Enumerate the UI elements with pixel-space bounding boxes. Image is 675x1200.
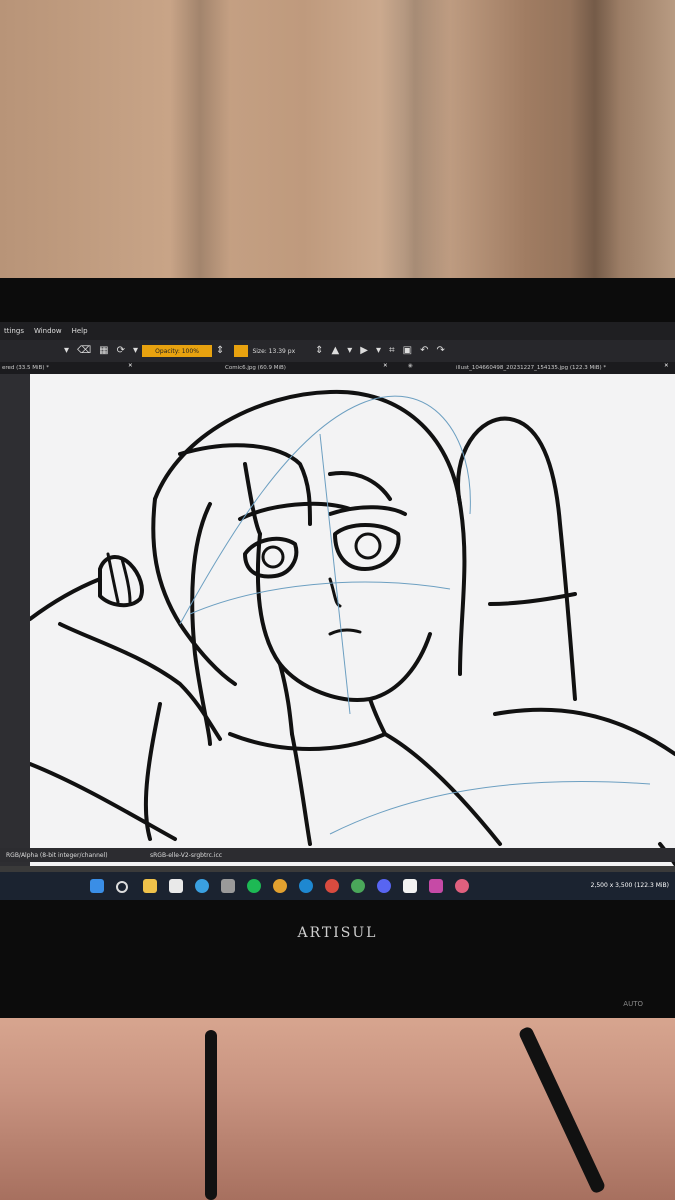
menu-settings[interactable]: ttings <box>4 327 24 335</box>
tab-comic6[interactable]: Comic6.jpg (60.9 MiB) <box>225 365 286 371</box>
store-icon[interactable] <box>169 879 183 893</box>
line-art-sketch <box>28 389 675 866</box>
curtain-fold <box>570 0 620 300</box>
close-icon[interactable]: ✕ <box>664 363 669 369</box>
wrap-around-icon[interactable]: ▣ <box>403 346 412 356</box>
menu-help[interactable]: Help <box>72 327 88 335</box>
stepper-icon[interactable]: ⇕ <box>315 346 323 356</box>
windows-start-icon[interactable] <box>90 879 104 893</box>
chevron-down-icon[interactable]: ▾ <box>133 346 138 356</box>
status-bar: RGB/Alpha (8-bit integer/channel) sRGB-e… <box>0 848 675 862</box>
stepper-icon[interactable]: ⇕ <box>216 346 224 356</box>
undo-icon[interactable]: ↶ <box>420 346 428 356</box>
usb-icon[interactable] <box>221 879 235 893</box>
chevron-down-icon[interactable]: ▾ <box>376 346 381 356</box>
tool-options-bar: ▾ ⌫ ▦ ⟳ ▾ Opacity: 100% ⇕ Size: 13.39 px… <box>0 340 675 362</box>
ibis-paint-icon[interactable] <box>403 879 417 893</box>
color-mode-label: RGB/Alpha (8-bit integer/channel) <box>6 852 108 859</box>
spotify-icon[interactable] <box>247 879 261 893</box>
krita-icon[interactable] <box>455 879 469 893</box>
chrome-icon[interactable] <box>325 879 339 893</box>
brush-color-swatch[interactable] <box>234 345 249 357</box>
chevron-down-icon[interactable]: ▾ <box>64 346 69 356</box>
menu-bar: ttings Window Help <box>0 322 675 340</box>
desk-surface <box>0 1018 675 1200</box>
chevron-down-icon[interactable]: ▾ <box>347 346 352 356</box>
close-icon[interactable]: ✕ <box>128 363 133 369</box>
opacity-slider[interactable]: Opacity: 100% <box>142 345 213 357</box>
curtain-fold <box>380 0 450 300</box>
curtain-fold <box>170 0 230 300</box>
affinity-icon[interactable] <box>429 879 443 893</box>
windows-taskbar: 2,500 x 3,500 (122.3 MiB) <box>0 872 675 900</box>
chrome-icon[interactable] <box>351 879 365 893</box>
cortana-icon[interactable] <box>299 879 313 893</box>
color-profile-label: sRGB-elle-V2-srgbtrc.icc <box>150 852 223 859</box>
alpha-lock-icon[interactable]: ▦ <box>99 346 108 356</box>
file-explorer-icon[interactable] <box>143 879 157 893</box>
mirror-horizontal-icon[interactable]: ▶ <box>360 346 368 356</box>
cable <box>205 1030 217 1200</box>
brush-size-slider[interactable]: Size: 13.39 px <box>252 348 295 355</box>
eraser-icon[interactable]: ⌫ <box>77 346 91 356</box>
telegram-icon[interactable] <box>195 879 209 893</box>
menu-window[interactable]: Window <box>34 327 62 335</box>
redo-icon[interactable]: ↷ <box>436 346 444 356</box>
monitor-brand-logo: ARTISUL <box>297 925 378 941</box>
close-icon[interactable]: ✕ <box>383 363 388 369</box>
drawing-canvas[interactable] <box>28 374 675 866</box>
tab-document-1[interactable]: ered (33.5 MiB) * <box>2 365 49 371</box>
auto-button-label: AUTO <box>623 1000 643 1008</box>
chrome-icon[interactable] <box>273 879 287 893</box>
search-icon[interactable] <box>116 881 128 893</box>
screen: ttings Window Help ▾ ⌫ ▦ ⟳ ▾ Opacity: 10… <box>0 322 675 900</box>
curtain-background <box>0 0 675 300</box>
reload-preset-icon[interactable]: ⟳ <box>117 346 125 356</box>
discord-icon[interactable] <box>377 879 391 893</box>
krita-doc-icon: ◉ <box>408 363 413 369</box>
document-tabs: ered (33.5 MiB) * ✕ Comic6.jpg (60.9 MiB… <box>0 362 675 374</box>
crop-icon[interactable]: ⌗ <box>389 346 395 356</box>
tab-illust[interactable]: illust_104660498_20231227_154135.jpg (12… <box>456 365 606 371</box>
canvas-dimensions-label: 2,500 x 3,500 (122.3 MiB) <box>590 882 669 889</box>
mirror-tool-icon[interactable]: ▲ <box>332 346 340 356</box>
